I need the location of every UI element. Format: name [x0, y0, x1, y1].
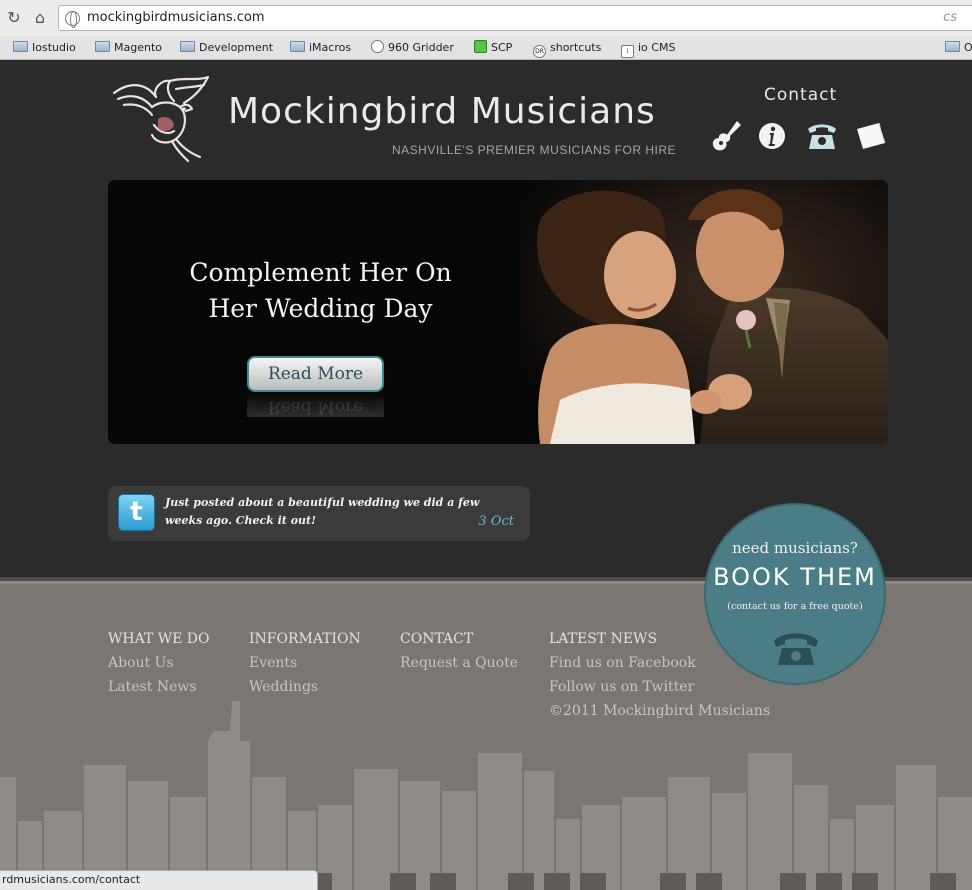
globe-icon [65, 11, 80, 28]
info-icon[interactable] [754, 119, 790, 153]
folder-icon [95, 41, 110, 52]
bookmark-development[interactable]: Development [180, 40, 273, 56]
wedding-couple-photo [520, 180, 888, 444]
footer-link-twitter[interactable]: Follow us on Twitter [549, 675, 770, 699]
folder-icon [180, 41, 195, 52]
read-more-button[interactable]: Read More [247, 356, 384, 392]
bookmark-magento[interactable]: Magento [95, 40, 162, 56]
scp-icon [474, 40, 487, 53]
address-bar-url[interactable]: mockingbirdmusicians.com [87, 10, 265, 25]
nashville-skyline-icon [0, 701, 972, 890]
folder-icon [290, 41, 305, 52]
footer-link-weddings[interactable]: Weddings [249, 675, 361, 699]
footer-heading: WHAT WE DO [108, 631, 210, 647]
bookmark-label: Magento [114, 41, 162, 54]
footer-link-latest-news[interactable]: Latest News [108, 675, 210, 699]
web-page: Mockingbird Musicians NASHVILLE'S PREMIE… [0, 61, 972, 890]
bookmark-label: O [964, 41, 972, 54]
footer-column-information: INFORMATION Events Weddings [249, 627, 361, 699]
browser-toolbar: ↻ ⌂ mockingbirdmusicians.com cs [0, 0, 972, 36]
folder-icon [13, 41, 28, 52]
bookmark-label: 960 Gridder [388, 41, 454, 54]
read-more-reflection: Read More [247, 393, 384, 417]
bookmark-label: Iostudio [32, 41, 76, 54]
paper-icon[interactable] [853, 119, 889, 153]
hero-banner: Complement Her On Her Wedding Day Read M… [108, 180, 888, 444]
io-icon: i [621, 45, 634, 58]
copyright: ©2011 Mockingbird Musicians [549, 703, 771, 719]
guitar-icon[interactable] [709, 119, 745, 153]
twitter-icon[interactable]: t [118, 494, 155, 531]
footer-link-request-quote[interactable]: Request a Quote [400, 651, 518, 675]
gridder-icon [371, 40, 384, 53]
extension-label: cs [943, 10, 957, 25]
mockingbird-logo-icon[interactable] [110, 75, 214, 163]
book-line-book-them: BOOK THEM [713, 563, 877, 591]
home-icon[interactable]: ⌂ [29, 7, 51, 29]
bookmark-shortcuts[interactable]: DR shortcuts [533, 40, 602, 58]
bookmark-scp[interactable]: SCP [474, 40, 512, 56]
latest-tweet[interactable]: t Just posted about a beautiful wedding … [108, 486, 530, 541]
tweet-date[interactable]: 3 Oct [478, 514, 514, 529]
contact-label: Contact [764, 85, 838, 105]
bookmark-other[interactable]: O [945, 40, 972, 56]
tagline: NASHVILLE'S PREMIER MUSICIANS FOR HIRE [392, 143, 677, 157]
reload-icon[interactable]: ↻ [3, 7, 25, 29]
dr-icon: DR [533, 45, 546, 58]
book-them-badge[interactable]: need musicians? BOOK THEM (contact us fo… [704, 503, 886, 685]
footer-link-about-us[interactable]: About Us [108, 651, 210, 675]
book-line-quote: (contact us for a free quote) [727, 601, 863, 612]
telephone-icon [774, 633, 818, 665]
bookmark-label: shortcuts [550, 41, 602, 54]
hero-title: Complement Her On Her Wedding Day [189, 258, 452, 323]
footer-heading: INFORMATION [249, 631, 361, 647]
book-line-need: need musicians? [732, 539, 858, 557]
footer-column-contact: CONTACT Request a Quote [400, 627, 518, 675]
header-area: Mockingbird Musicians NASHVILLE'S PREMIE… [0, 61, 972, 577]
bookmark-imacros[interactable]: iMacros [290, 40, 351, 56]
bookmark-label: Development [199, 41, 274, 54]
telephone-icon[interactable] [804, 119, 840, 153]
logo-text[interactable]: Mockingbird Musicians [228, 91, 656, 132]
address-bar[interactable]: mockingbirdmusicians.com cs [58, 5, 972, 31]
bookmarks-bar: Iostudio Magento Development iMacros 960… [0, 36, 972, 60]
bookmark-label: iMacros [309, 41, 352, 54]
footer-column-what-we-do: WHAT WE DO About Us Latest News [108, 627, 210, 699]
status-bar: rdmusicians.com/contact [0, 870, 318, 890]
bookmark-label: io CMS [638, 41, 676, 54]
bookmark-io-cms[interactable]: i io CMS [621, 40, 676, 58]
footer-link-events[interactable]: Events [249, 651, 361, 675]
bookmark-iostudio[interactable]: Iostudio [13, 40, 76, 56]
folder-icon [945, 41, 960, 52]
footer-heading: CONTACT [400, 631, 474, 647]
tweet-text: Just posted about a beautiful wedding we… [165, 496, 480, 527]
bookmark-label: SCP [491, 41, 513, 54]
bookmark-960-gridder[interactable]: 960 Gridder [371, 40, 454, 56]
